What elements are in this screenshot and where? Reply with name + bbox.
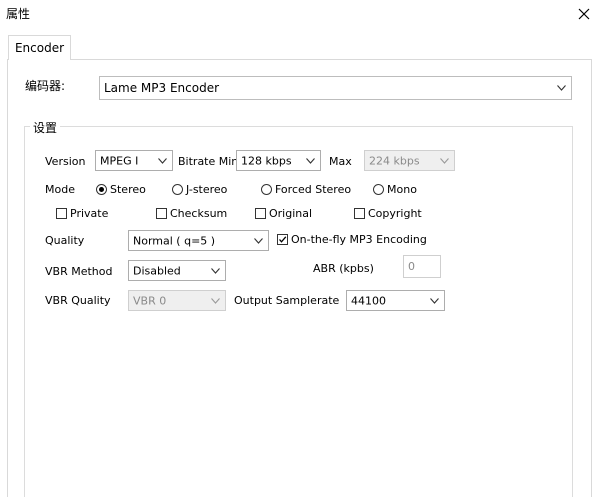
output-samplerate-select[interactable]: 44100	[346, 290, 445, 311]
abr-label: ABR (kpbs)	[313, 262, 374, 275]
chevron-down-icon	[440, 157, 449, 164]
vbr-method-select[interactable]: Disabled	[128, 260, 226, 281]
quality-select[interactable]: Normal ( q=5 )	[128, 230, 269, 251]
tab-encoder[interactable]: Encoder	[8, 35, 71, 60]
checkmark-icon	[277, 234, 288, 245]
abr-input[interactable]: 0	[403, 255, 441, 278]
tab-encoder-label: Encoder	[14, 41, 65, 55]
checkbox-icon	[156, 208, 167, 219]
version-select[interactable]: MPEG I	[95, 150, 173, 171]
chevron-down-icon	[557, 85, 566, 91]
encoder-select-value: Lame MP3 Encoder	[104, 81, 220, 95]
output-samplerate-label: Output Samplerate	[234, 294, 340, 307]
radio-selected-icon	[96, 184, 107, 195]
bitrate-max-label: Max	[329, 155, 352, 168]
window-title: 属性	[6, 7, 31, 21]
bitrate-min-label: Bitrate Min	[178, 155, 239, 168]
vbr-quality-select: VBR 0	[128, 290, 226, 311]
checkbox-icon	[255, 208, 266, 219]
mode-radio-stereo[interactable]: Stereo	[96, 183, 146, 196]
radio-icon	[373, 184, 384, 195]
checksum-checkbox-label: Checksum	[170, 207, 228, 220]
mode-radio-stereo-label: Stereo	[110, 183, 146, 196]
vbr-quality-label: VBR Quality	[45, 294, 111, 307]
copyright-checkbox[interactable]: Copyright	[354, 207, 422, 220]
private-checkbox-label: Private	[70, 207, 109, 220]
bitrate-min-select-value: 128 kbps	[241, 154, 292, 167]
close-icon	[578, 8, 590, 20]
chevron-down-icon	[211, 267, 220, 274]
output-samplerate-select-value: 44100	[351, 294, 386, 307]
checkbox-icon	[56, 208, 67, 219]
original-checkbox[interactable]: Original	[255, 207, 312, 220]
vbr-method-select-value: Disabled	[133, 264, 181, 277]
chevron-down-icon	[254, 237, 263, 244]
mode-radio-mono-label: Mono	[387, 183, 417, 196]
mode-label: Mode	[45, 183, 75, 196]
bitrate-max-select-value: 224 kbps	[369, 154, 420, 167]
version-select-value: MPEG I	[100, 154, 139, 167]
copyright-checkbox-label: Copyright	[368, 207, 422, 220]
version-label: Version	[45, 155, 86, 168]
settings-group	[24, 126, 573, 497]
chevron-down-icon	[158, 157, 167, 164]
mode-radio-j-stereo[interactable]: J-stereo	[172, 183, 227, 196]
mode-radio-forced-stereo-label: Forced Stereo	[275, 183, 352, 196]
mode-radio-forced-stereo[interactable]: Forced Stereo	[261, 183, 351, 196]
bitrate-min-select[interactable]: 128 kbps	[236, 150, 321, 171]
chevron-down-icon	[211, 297, 220, 304]
chevron-down-icon	[430, 297, 439, 304]
checksum-checkbox[interactable]: Checksum	[156, 207, 227, 220]
close-button[interactable]	[574, 4, 594, 24]
encoder-label: 编码器:	[25, 79, 66, 93]
quality-label: Quality	[45, 234, 85, 247]
encoder-select[interactable]: Lame MP3 Encoder	[99, 76, 572, 100]
original-checkbox-label: Original	[269, 207, 313, 220]
on-the-fly-checkbox[interactable]: On-the-fly MP3 Encoding	[277, 233, 427, 246]
title-bar: 属性	[0, 0, 600, 30]
properties-dialog: 属性 Encoder 编码器: Lame MP3 Encoder 设置 Vers…	[0, 0, 600, 497]
mode-radio-j-stereo-label: J-stereo	[186, 183, 228, 196]
radio-icon	[261, 184, 272, 195]
on-the-fly-checkbox-label: On-the-fly MP3 Encoding	[291, 233, 427, 246]
private-checkbox[interactable]: Private	[56, 207, 108, 220]
chevron-down-icon	[306, 157, 315, 164]
checkbox-icon	[354, 208, 365, 219]
settings-group-label: 设置	[30, 119, 61, 136]
radio-icon	[172, 184, 183, 195]
abr-input-value: 0	[408, 260, 415, 273]
bitrate-max-select: 224 kbps	[364, 150, 455, 171]
vbr-quality-select-value: VBR 0	[133, 294, 167, 307]
quality-select-value: Normal ( q=5 )	[133, 234, 216, 247]
mode-radio-mono[interactable]: Mono	[373, 183, 417, 196]
vbr-method-label: VBR Method	[45, 265, 113, 278]
